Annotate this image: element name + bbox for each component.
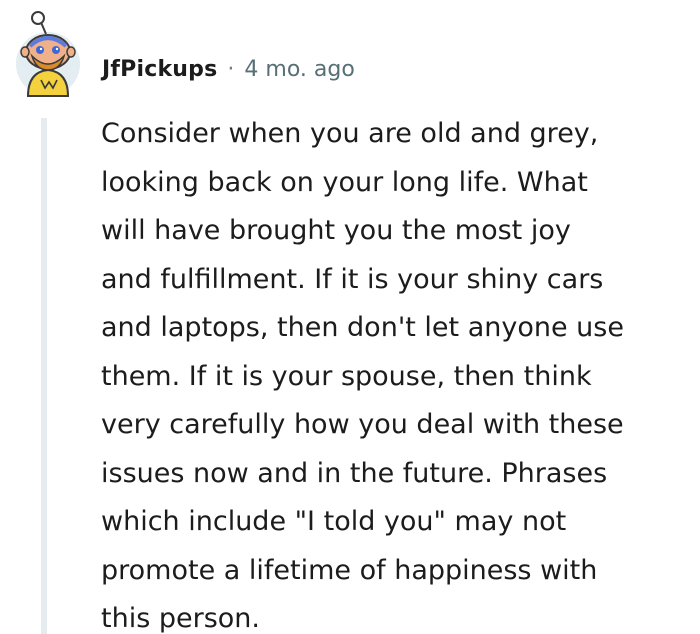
avatar[interactable] [10, 8, 88, 98]
comment-text-line: and fulfillment. If it is your shiny car… [101, 263, 604, 295]
username-link[interactable]: JfPickups [102, 57, 217, 82]
comment-text-line: which include "I told you" may not [101, 506, 567, 537]
comment-header: JfPickups · 4 mo. ago [102, 52, 355, 86]
comment-text-line: will have brought you the most joy [101, 215, 571, 246]
comment-timestamp[interactable]: 4 mo. ago [244, 57, 354, 82]
comment-text-line: looking back on your long life. What [101, 166, 588, 198]
snoo-avatar-icon [16, 11, 80, 97]
thread-collapse-line[interactable] [41, 118, 47, 634]
comment-text-line: and laptops, then don't let anyone use [101, 312, 624, 343]
comment-body: Consider when you are old and grey, look… [101, 110, 693, 634]
comment-text-line: issues now and in the future. Phrases [101, 457, 608, 489]
comment-text-line: this person. [101, 603, 260, 634]
meta-separator: · [227, 56, 235, 82]
comment: JfPickups · 4 mo. ago Consider when you … [0, 0, 700, 634]
comment-text-line: them. If it is your spouse, then think [101, 360, 592, 392]
comment-text-line: very carefully how you deal with these [101, 409, 624, 440]
comment-text-line: Consider when you are old and grey, [101, 118, 599, 149]
comment-text-line: promote a lifetime of happiness with [101, 554, 598, 586]
